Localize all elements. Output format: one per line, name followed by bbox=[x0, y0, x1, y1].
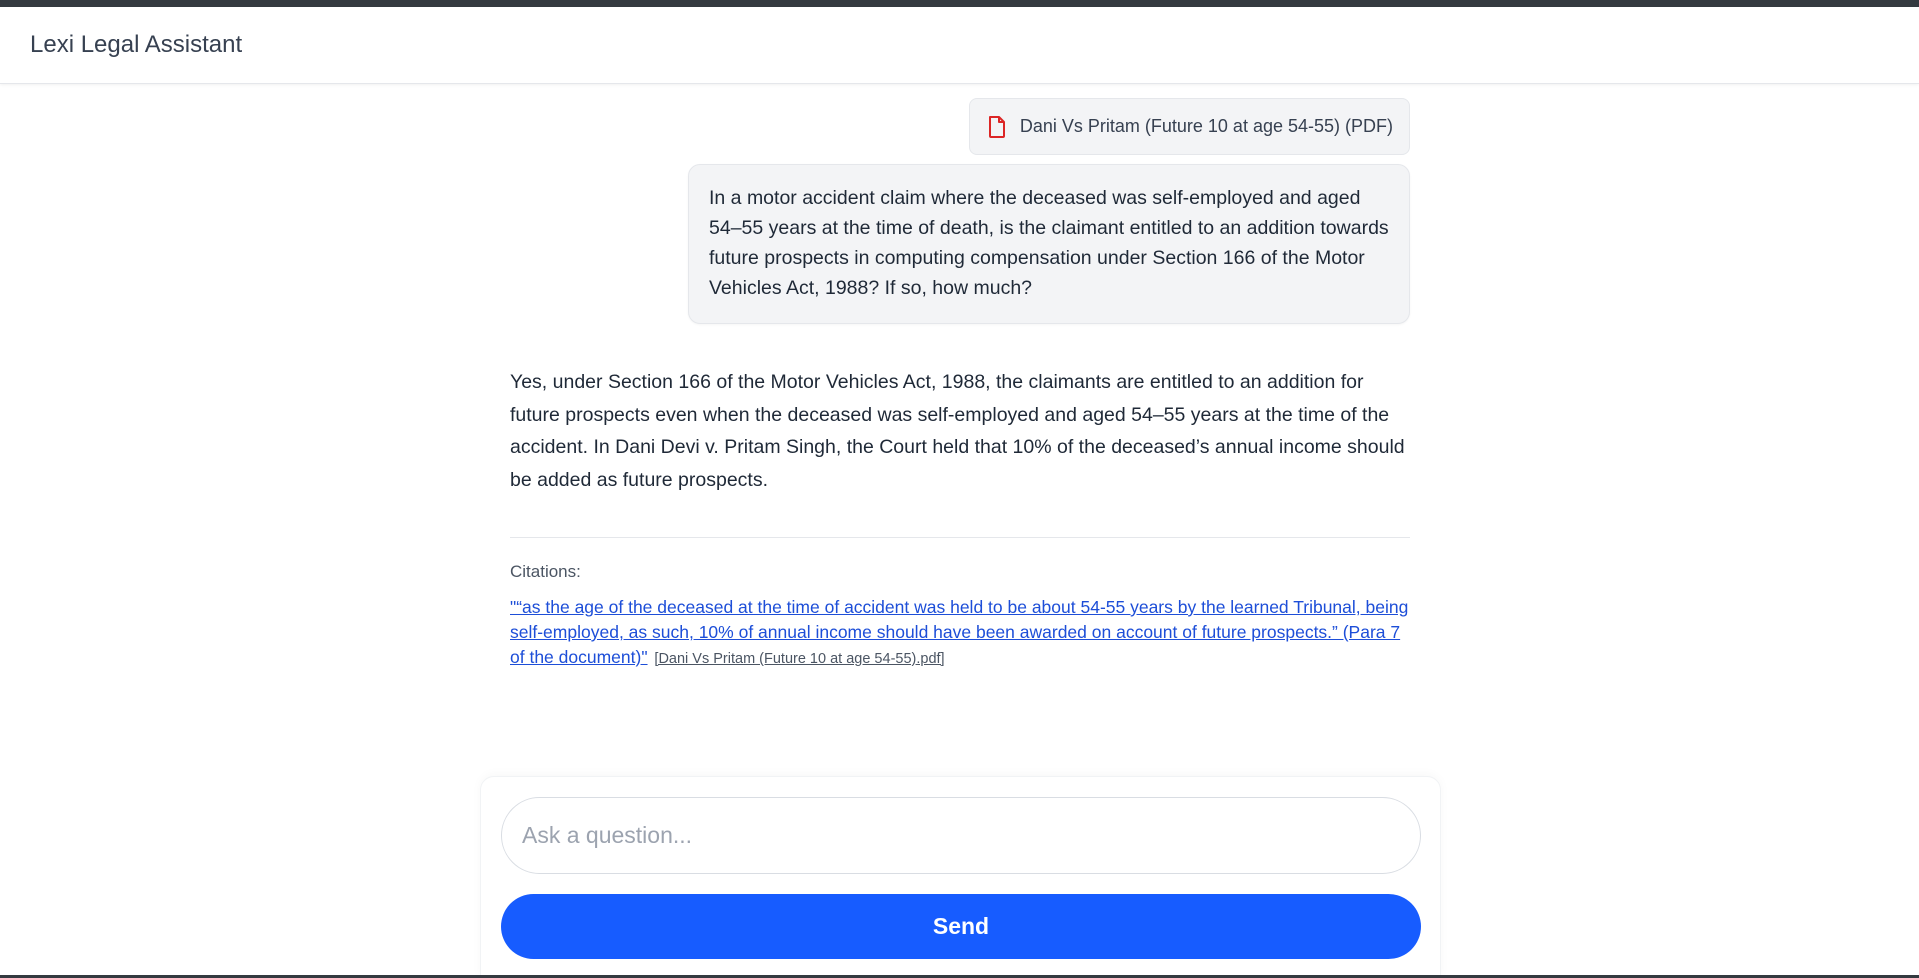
user-message-bubble: In a motor accident claim where the dece… bbox=[688, 164, 1410, 324]
attachment-label: Dani Vs Pritam (Future 10 at age 54-55) … bbox=[1019, 116, 1393, 136]
citation-quote-link[interactable]: "“as the age of the deceased at the time… bbox=[510, 597, 1408, 667]
attachment-row: Dani Vs Pritam (Future 10 at age 54-55) … bbox=[510, 98, 1410, 155]
attachment-chip[interactable]: Dani Vs Pritam (Future 10 at age 54-55) … bbox=[968, 98, 1410, 155]
chat-thread: Dani Vs Pritam (Future 10 at age 54-55) … bbox=[510, 98, 1410, 672]
citations-label: Citations: bbox=[510, 562, 581, 581]
citations-divider bbox=[510, 537, 1410, 538]
window-top-bar bbox=[0, 0, 1919, 7]
question-input[interactable] bbox=[501, 797, 1421, 874]
assistant-message: Yes, under Section 166 of the Motor Vehi… bbox=[510, 371, 1405, 491]
user-message-row: In a motor accident claim where the dece… bbox=[510, 164, 1410, 324]
citation-item: "“as the age of the deceased at the time… bbox=[510, 595, 1410, 672]
send-button[interactable]: Send bbox=[501, 894, 1421, 959]
citation-source-link[interactable]: [Dani Vs Pritam (Future 10 at age 54-55)… bbox=[654, 651, 944, 667]
message-composer: Send bbox=[480, 776, 1441, 978]
pdf-file-icon bbox=[988, 115, 1005, 138]
app-header: Lexi Legal Assistant bbox=[0, 7, 1919, 84]
app-title: Lexi Legal Assistant bbox=[30, 31, 243, 58]
